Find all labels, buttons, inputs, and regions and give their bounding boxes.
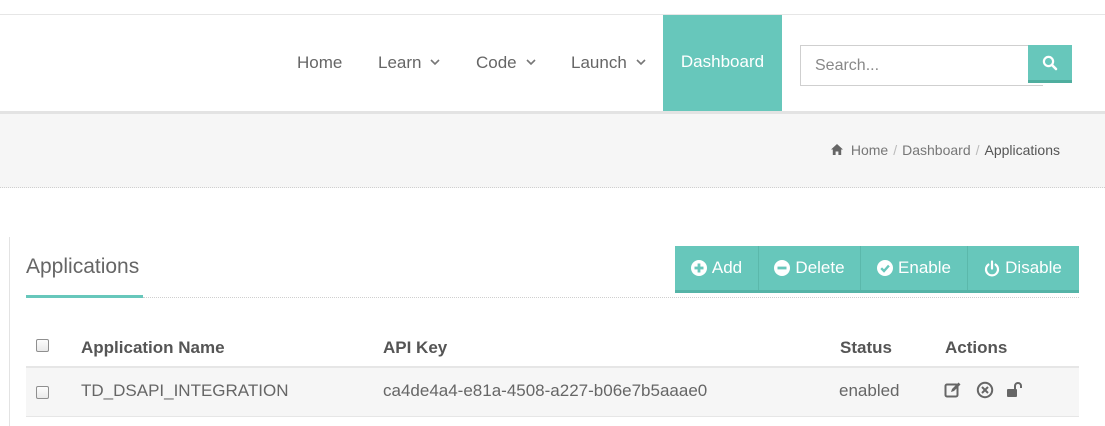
api-key-cell: ca4de4a4-e81a-4508-a227-b06e7b5aaae0	[383, 381, 708, 400]
minus-circle-icon	[774, 260, 791, 276]
nav-launch-label: Launch	[571, 53, 627, 72]
row-checkbox[interactable]	[36, 386, 49, 399]
table-row: TD_DSAPI_INTEGRATION ca4de4a4-e81a-4508-…	[26, 368, 1079, 417]
nav-home[interactable]: Home	[297, 15, 342, 111]
enable-button-label: Enable	[898, 258, 951, 277]
power-icon	[985, 259, 1000, 276]
disable-button-label: Disable	[1005, 258, 1062, 277]
search-icon	[1042, 55, 1058, 70]
delete-button[interactable]: Delete	[759, 246, 860, 290]
select-all-checkbox[interactable]	[36, 339, 49, 352]
nav-home-label: Home	[297, 53, 343, 72]
disable-button[interactable]: Disable	[968, 246, 1078, 290]
section-title: Applications	[26, 255, 140, 278]
chevron-down-icon	[636, 58, 646, 65]
nav-dashboard-label: Dashboard	[680, 52, 765, 71]
application-name-cell: TD_DSAPI_INTEGRATION	[81, 381, 289, 400]
search-button[interactable]	[1028, 45, 1072, 83]
delete-button-label: Delete	[795, 258, 845, 277]
search-input[interactable]	[800, 45, 1043, 86]
breadcrumb-current: Applications	[984, 142, 1061, 158]
nav-code-label: Code	[476, 53, 517, 72]
column-header-status[interactable]: Status	[840, 338, 892, 358]
column-header-application-name[interactable]: Application Name	[81, 338, 225, 358]
section-divider	[143, 297, 1079, 298]
nav-launch[interactable]: Launch	[571, 15, 647, 111]
nav-learn[interactable]: Learn	[378, 15, 441, 111]
unlock-icon[interactable]	[1005, 381, 1024, 399]
plus-circle-icon	[690, 260, 707, 276]
section-title-underline	[26, 295, 143, 298]
chevron-down-icon	[430, 58, 441, 65]
status-cell: enabled	[839, 381, 900, 400]
breadcrumb-separator: /	[975, 142, 980, 158]
enable-button[interactable]: Enable	[861, 246, 967, 290]
edit-icon[interactable]	[944, 381, 962, 399]
breadcrumb: Home / Dashboard / Applications	[830, 142, 1061, 158]
column-header-api-key[interactable]: API Key	[383, 338, 447, 358]
check-circle-icon	[877, 260, 894, 276]
add-button[interactable]: Add	[675, 246, 758, 290]
remove-circle-icon[interactable]	[976, 381, 994, 399]
breadcrumb-home[interactable]: Home	[851, 142, 888, 158]
page-header-band: Home / Dashboard / Applications	[0, 114, 1105, 188]
breadcrumb-separator: /	[893, 142, 898, 158]
table-header: Application Name API Key Status Actions	[26, 330, 1079, 368]
add-button-label: Add	[711, 258, 743, 277]
nav-learn-label: Learn	[378, 53, 422, 72]
column-header-actions: Actions	[945, 338, 1008, 357]
chevron-down-icon	[526, 58, 536, 65]
breadcrumb-dashboard[interactable]: Dashboard	[902, 142, 971, 158]
nav-code[interactable]: Code	[476, 15, 537, 111]
nav-dashboard[interactable]: Dashboard	[663, 15, 782, 111]
home-icon	[830, 143, 843, 155]
action-toolbar: Add Delete Enable Disable	[675, 246, 1079, 293]
sidebar-edge	[0, 237, 10, 426]
